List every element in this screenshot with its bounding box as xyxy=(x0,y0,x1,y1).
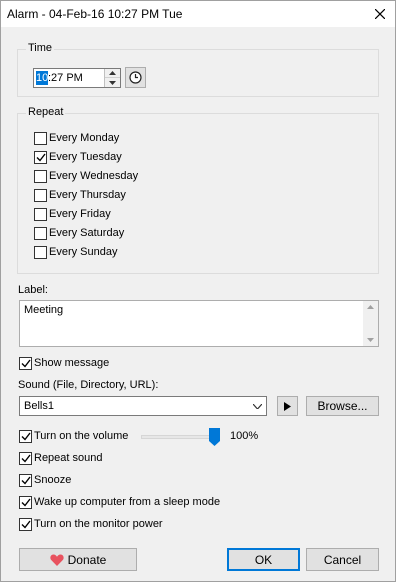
volume-slider-track[interactable] xyxy=(141,435,219,439)
volume-slider-thumb[interactable] xyxy=(209,428,220,446)
scroll-down-icon xyxy=(367,338,374,342)
sound-value: Bells1 xyxy=(24,400,54,412)
repeat-day-label[interactable]: Every Thursday xyxy=(49,189,126,202)
sound-select[interactable]: Bells1 xyxy=(19,396,267,416)
repeat-day-label[interactable]: Every Tuesday xyxy=(49,151,122,164)
checkmark-icon xyxy=(21,498,31,507)
time-spinner xyxy=(104,69,120,87)
time-picker-button[interactable] xyxy=(125,67,146,88)
play-sound-button[interactable] xyxy=(277,396,298,416)
ok-button[interactable]: OK xyxy=(227,548,300,571)
repeat-day-label[interactable]: Every Wednesday xyxy=(49,170,138,183)
label-text: Meeting xyxy=(24,304,64,316)
repeat-day-label[interactable]: Every Monday xyxy=(49,132,119,145)
time-hour-selection[interactable]: 10 xyxy=(36,71,48,85)
option-label[interactable]: Wake up computer from a sleep mode xyxy=(34,496,220,509)
volume-percent: 100% xyxy=(230,430,259,442)
checkmark-icon xyxy=(21,476,31,485)
repeat-day-checkbox[interactable] xyxy=(34,189,47,202)
checkmark-icon xyxy=(21,454,31,463)
time-input[interactable]: 10 :27 PM xyxy=(33,68,121,88)
checkmark-icon xyxy=(21,432,31,441)
alarm-window: Alarm - 04-Feb-16 10:27 PM Tue Time 10 :… xyxy=(0,0,396,582)
repeat-day-label[interactable]: Every Sunday xyxy=(49,246,117,259)
repeat-day-label[interactable]: Every Friday xyxy=(49,208,111,221)
donate-button[interactable]: Donate xyxy=(19,548,137,571)
checkmark-icon xyxy=(21,359,31,368)
time-group-label: Time xyxy=(26,42,55,54)
repeat-day-label[interactable]: Every Saturday xyxy=(49,227,124,240)
volume-checkbox[interactable] xyxy=(19,430,32,443)
repeat-day-checkbox[interactable] xyxy=(34,208,47,221)
checkmark-icon xyxy=(36,153,46,162)
repeat-day-checkbox[interactable] xyxy=(34,151,47,164)
option-label[interactable]: Snooze xyxy=(34,474,71,487)
time-minutes-ampm[interactable]: :27 PM xyxy=(48,71,83,85)
volume-label[interactable]: Turn on the volume xyxy=(34,430,128,443)
play-icon xyxy=(284,401,291,411)
repeat-group-label: Repeat xyxy=(26,106,66,118)
show-message-checkbox[interactable] xyxy=(19,357,32,370)
chevron-down-icon xyxy=(250,399,264,413)
close-button[interactable] xyxy=(365,1,395,27)
checkmark-icon xyxy=(21,520,31,529)
label-scrollbar[interactable] xyxy=(363,301,378,346)
sound-caption: Sound (File, Directory, URL): xyxy=(18,379,159,391)
option-label[interactable]: Repeat sound xyxy=(34,452,103,465)
heart-icon xyxy=(50,554,64,566)
chevron-up-icon xyxy=(109,71,116,75)
repeat-day-checkbox[interactable] xyxy=(34,132,47,145)
repeat-day-checkbox[interactable] xyxy=(34,227,47,240)
show-message-label[interactable]: Show message xyxy=(34,357,109,370)
chevron-down-icon xyxy=(109,80,116,85)
clock-icon xyxy=(129,71,142,84)
scroll-up-icon xyxy=(367,305,374,309)
title-bar: Alarm - 04-Feb-16 10:27 PM Tue xyxy=(1,1,395,27)
option-checkbox[interactable] xyxy=(19,518,32,531)
option-checkbox[interactable] xyxy=(19,496,32,509)
donate-label: Donate xyxy=(67,552,107,567)
option-label[interactable]: Turn on the monitor power xyxy=(34,518,163,531)
option-checkbox[interactable] xyxy=(19,474,32,487)
browse-button[interactable]: Browse... xyxy=(306,396,379,416)
close-icon xyxy=(375,9,385,19)
repeat-day-checkbox[interactable] xyxy=(34,246,47,259)
window-title: Alarm - 04-Feb-16 10:27 PM Tue xyxy=(7,7,183,21)
label-caption: Label: xyxy=(18,284,48,296)
spin-up-button[interactable] xyxy=(105,69,120,78)
spin-down-button[interactable] xyxy=(105,78,120,87)
cancel-button[interactable]: Cancel xyxy=(306,548,379,571)
option-checkbox[interactable] xyxy=(19,452,32,465)
repeat-day-checkbox[interactable] xyxy=(34,170,47,183)
label-textarea[interactable]: Meeting xyxy=(19,300,379,347)
